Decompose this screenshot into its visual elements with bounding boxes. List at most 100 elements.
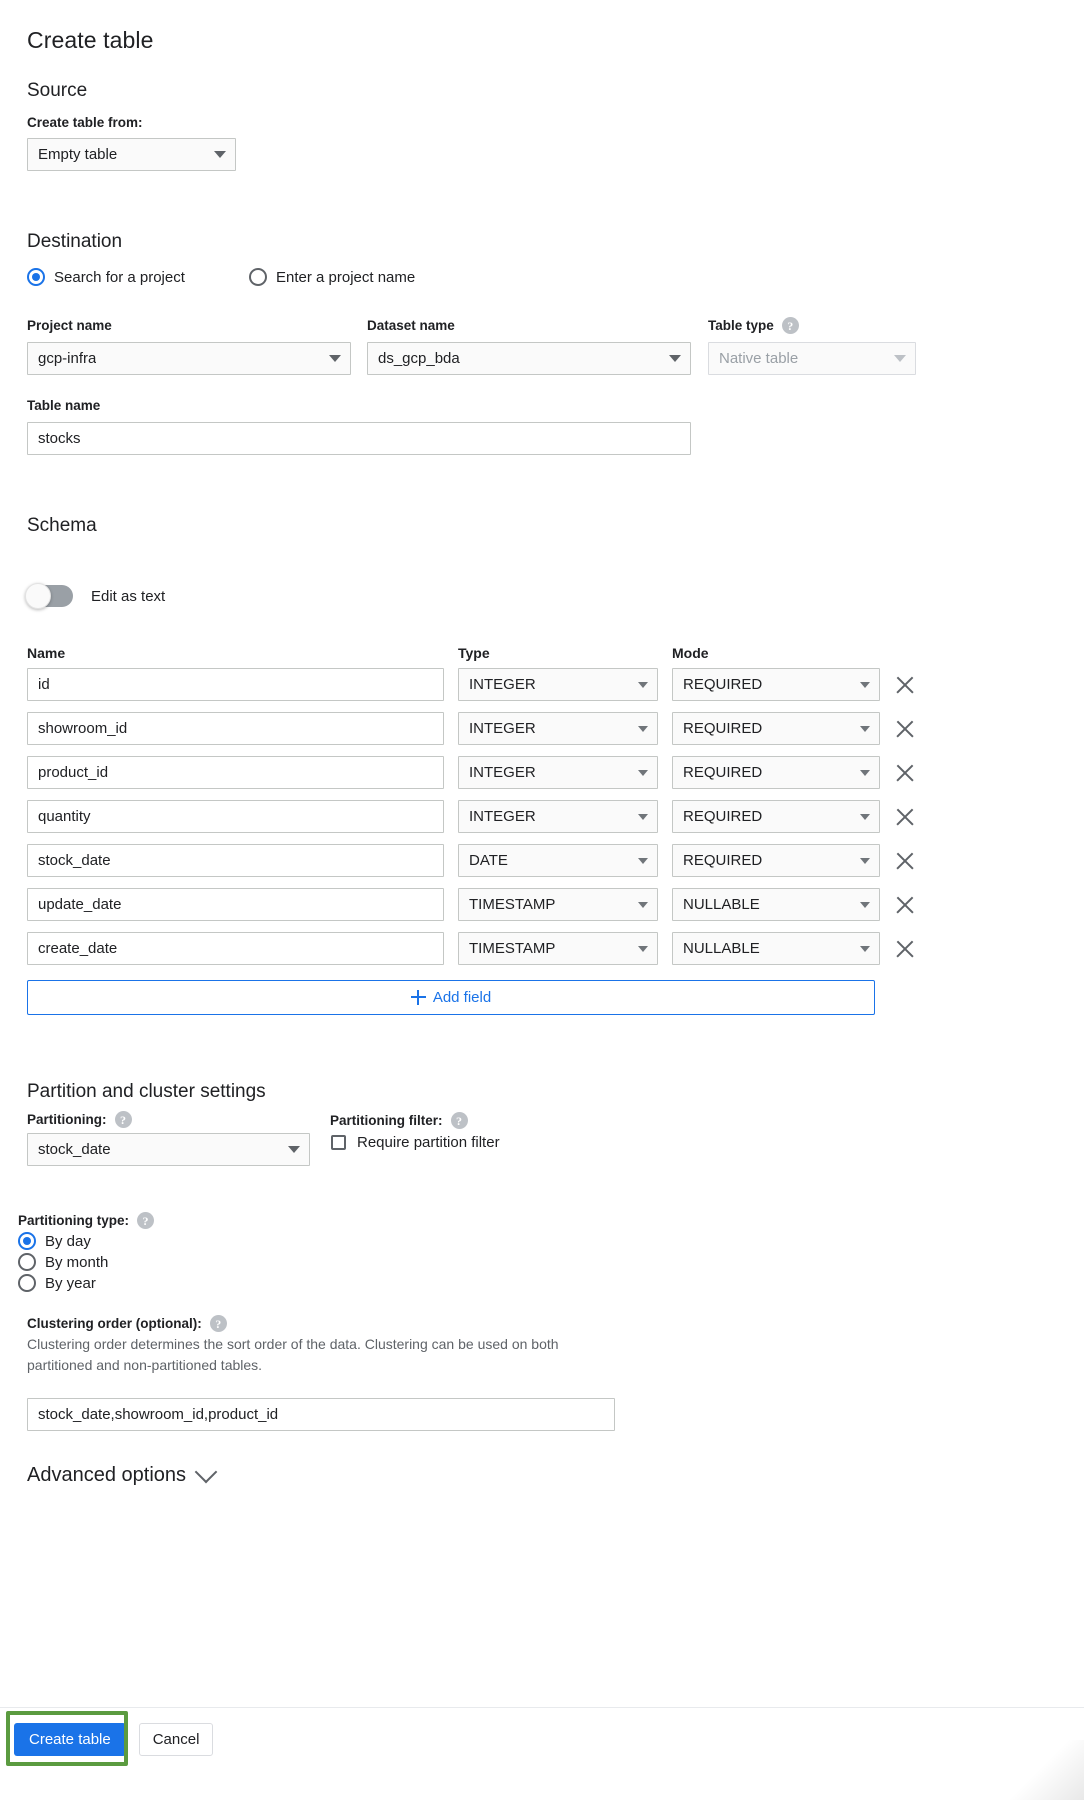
chevron-down-icon	[329, 355, 341, 362]
field-mode-select[interactable]: REQUIRED	[672, 712, 880, 745]
field-name-input[interactable]: stock_date	[27, 844, 444, 877]
radio-search-project-label: Search for a project	[54, 268, 185, 286]
dataset-name-value: ds_gcp_bda	[378, 350, 460, 367]
schema-field-list: id INTEGER REQUIRED showroom_id INTEGER REQUI…	[27, 668, 930, 976]
require-partition-filter-checkbox[interactable]	[331, 1135, 346, 1150]
close-icon	[894, 850, 916, 872]
help-circle-icon[interactable]: ?	[781, 317, 799, 334]
remove-field-button[interactable]	[880, 674, 930, 696]
clustering-order-input[interactable]: stock_date,showroom_id,product_id	[27, 1398, 615, 1431]
partitioning-type-radio-group: By day By month By year	[18, 1232, 108, 1295]
dataset-name-select[interactable]: ds_gcp_bda	[367, 342, 691, 375]
chevron-down-icon	[894, 355, 906, 362]
plus-icon	[410, 990, 426, 1005]
field-type-select[interactable]: INTEGER	[458, 756, 658, 789]
field-mode-select[interactable]: REQUIRED	[672, 844, 880, 877]
column-header-name: Name	[27, 645, 66, 661]
field-name-input[interactable]: showroom_id	[27, 712, 444, 745]
field-type-value: TIMESTAMP	[469, 940, 556, 957]
column-header-mode: Mode	[672, 645, 709, 661]
partitioning-type-option-0[interactable]: By day	[18, 1232, 108, 1250]
table-type-label: Table type	[708, 318, 774, 333]
field-mode-value: REQUIRED	[683, 764, 763, 781]
remove-field-button[interactable]	[880, 894, 930, 916]
chevron-down-icon	[288, 1146, 300, 1153]
field-name-value: create_date	[38, 940, 118, 957]
require-partition-filter-label: Require partition filter	[357, 1134, 500, 1151]
help-circle-icon[interactable]: ?	[114, 1111, 132, 1128]
footer-divider	[0, 1707, 1084, 1708]
table-row: product_id INTEGER REQUIRED	[27, 756, 930, 789]
field-mode-select[interactable]: REQUIRED	[672, 756, 880, 789]
radio-button-unselected-icon	[18, 1274, 36, 1292]
field-mode-select[interactable]: REQUIRED	[672, 668, 880, 701]
field-type-select[interactable]: TIMESTAMP	[458, 888, 658, 921]
toggle-knob	[25, 583, 51, 609]
field-mode-value: NULLABLE	[683, 940, 760, 957]
chevron-down-icon	[638, 725, 648, 732]
project-name-select[interactable]: gcp-infra	[27, 342, 351, 375]
field-type-select[interactable]: DATE	[458, 844, 658, 877]
chevron-down-icon	[860, 681, 870, 688]
field-mode-value: NULLABLE	[683, 896, 760, 913]
field-mode-select[interactable]: NULLABLE	[672, 888, 880, 921]
remove-field-button[interactable]	[880, 938, 930, 960]
radio-button-unselected-icon	[249, 268, 267, 286]
partitioning-type-label-group: Partitioning type: ?	[18, 1212, 154, 1229]
field-type-select[interactable]: INTEGER	[458, 668, 658, 701]
remove-field-button[interactable]	[880, 806, 930, 828]
cancel-button[interactable]: Cancel	[138, 1722, 214, 1756]
table-name-label: Table name	[27, 398, 101, 413]
chevron-down-icon	[214, 151, 226, 158]
radio-enter-a-project-name[interactable]: Enter a project name	[249, 268, 415, 286]
create-table-from-select[interactable]: Empty table	[27, 138, 236, 171]
add-field-button[interactable]: Add field	[27, 980, 875, 1015]
partitioning-type-option-label: By month	[45, 1253, 109, 1271]
page-title: Create table	[27, 27, 154, 53]
partitioning-select[interactable]: stock_date	[27, 1133, 310, 1166]
field-type-value: INTEGER	[469, 676, 536, 693]
footer-actions: Create table Cancel	[0, 1719, 1084, 1759]
remove-field-button[interactable]	[880, 762, 930, 784]
field-type-value: INTEGER	[469, 764, 536, 781]
close-icon	[894, 938, 916, 960]
field-name-input[interactable]: update_date	[27, 888, 444, 921]
partitioning-type-option-1[interactable]: By month	[18, 1253, 108, 1271]
chevron-down-icon	[860, 813, 870, 820]
field-mode-value: REQUIRED	[683, 676, 763, 693]
remove-field-button[interactable]	[880, 718, 930, 740]
help-circle-icon[interactable]: ?	[209, 1315, 227, 1332]
table-row: quantity INTEGER REQUIRED	[27, 800, 930, 833]
advanced-options-toggle[interactable]: Advanced options	[27, 1460, 218, 1487]
partitioning-label-group: Partitioning: ?	[27, 1111, 132, 1128]
field-name-input[interactable]: create_date	[27, 932, 444, 965]
field-mode-select[interactable]: REQUIRED	[672, 800, 880, 833]
field-name-value: showroom_id	[38, 720, 128, 737]
table-type-select: Native table	[708, 342, 916, 375]
field-type-select[interactable]: INTEGER	[458, 800, 658, 833]
field-type-select[interactable]: TIMESTAMP	[458, 932, 658, 965]
field-name-value: update_date	[38, 896, 122, 913]
field-type-select[interactable]: INTEGER	[458, 712, 658, 745]
partitioning-type-option-2[interactable]: By year	[18, 1274, 108, 1292]
chevron-down-icon	[860, 857, 870, 864]
help-circle-icon[interactable]: ?	[137, 1212, 154, 1229]
field-type-value: INTEGER	[469, 808, 536, 825]
field-mode-select[interactable]: NULLABLE	[672, 932, 880, 965]
field-name-input[interactable]: product_id	[27, 756, 444, 789]
remove-field-button[interactable]	[880, 850, 930, 872]
field-name-input[interactable]: quantity	[27, 800, 444, 833]
close-icon	[894, 674, 916, 696]
create-table-button-highlight	[6, 1711, 128, 1766]
close-icon	[894, 806, 916, 828]
help-circle-icon[interactable]: ?	[450, 1112, 468, 1129]
add-field-label: Add field	[432, 989, 492, 1006]
field-name-input[interactable]: id	[27, 668, 444, 701]
clustering-order-description: Clustering order determines the sort ord…	[27, 1336, 559, 1373]
edit-as-text-toggle-group[interactable]: Edit as text	[25, 583, 165, 609]
table-name-input[interactable]: stocks	[27, 422, 691, 455]
edit-as-text-toggle[interactable]	[25, 583, 73, 609]
radio-enter-project-label: Enter a project name	[276, 268, 416, 286]
radio-search-for-a-project[interactable]: Search for a project	[27, 268, 185, 286]
require-partition-filter-checkbox-group[interactable]: Require partition filter	[331, 1134, 500, 1151]
